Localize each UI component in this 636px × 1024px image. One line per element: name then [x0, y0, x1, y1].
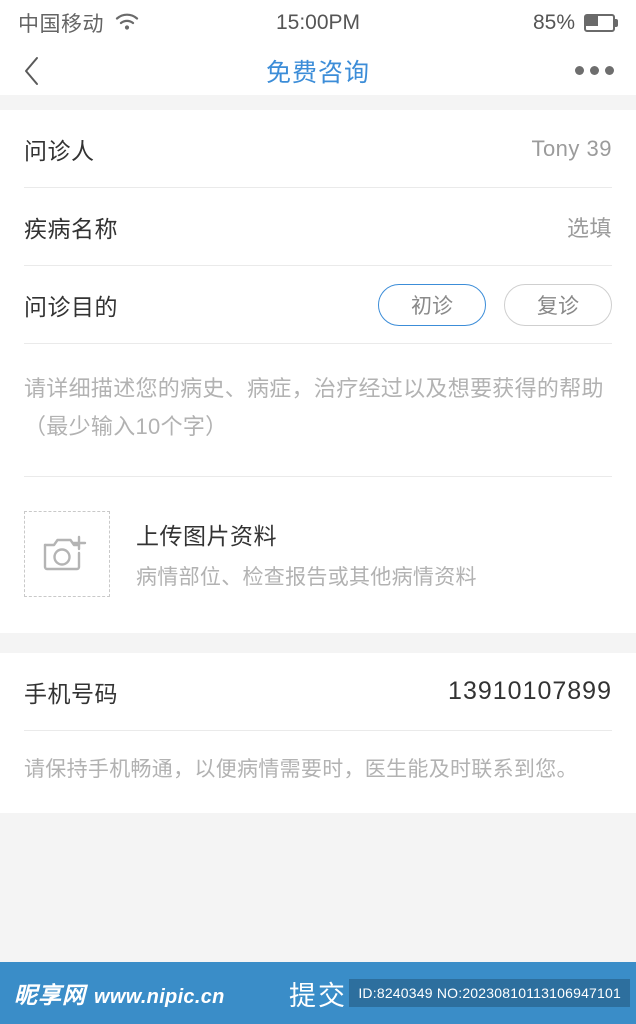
- upload-image-area[interactable]: 上传图片资料 病情部位、检查报告或其他病情资料: [24, 477, 612, 633]
- carrier-label: 中国移动: [18, 13, 104, 36]
- upload-dropzone[interactable]: [24, 511, 110, 597]
- row-disease-name[interactable]: 疾病名称 选填: [24, 188, 612, 266]
- nav-bar: 免费咨询: [0, 46, 636, 95]
- back-button[interactable]: [22, 56, 52, 86]
- camera-plus-icon: [43, 535, 87, 571]
- upload-subtitle: 病情部位、检查报告或其他病情资料: [136, 566, 477, 589]
- phone-card: 手机号码 13910107899 请保持手机畅通，以便病情需要时，医生能及时联系…: [0, 653, 636, 813]
- battery-icon: [584, 14, 618, 32]
- wifi-icon: [114, 11, 140, 36]
- status-bar-right: 85%: [533, 11, 618, 35]
- app-screen: 中国移动 15:00PM 85% 免费咨询 问诊人 Tony 39 疾病名称 选…: [0, 0, 636, 1024]
- more-dot: [605, 66, 614, 75]
- more-dot: [590, 66, 599, 75]
- status-bar: 中国移动 15:00PM 85%: [0, 0, 636, 46]
- upload-title: 上传图片资料: [136, 523, 277, 549]
- more-dot: [575, 66, 584, 75]
- submit-button-label[interactable]: 提交: [289, 974, 347, 1013]
- patient-label: 问诊人: [24, 137, 95, 164]
- battery-percent-label: 85%: [532, 11, 575, 34]
- disease-value: 选填: [566, 215, 612, 241]
- section-divider-middle: [0, 633, 636, 653]
- upload-text-group: 上传图片资料 病情部位、检查报告或其他病情资料: [136, 517, 477, 591]
- watermark-url: www.nipic.cn: [94, 986, 225, 1008]
- consultation-form-card: 问诊人 Tony 39 疾病名称 选填 问诊目的 初诊 复诊 请详细描述您的病史…: [0, 110, 636, 633]
- phone-hint: 请保持手机畅通，以便病情需要时，医生能及时联系到您。: [24, 758, 578, 781]
- watermark-logo: 昵享网: [14, 982, 86, 1008]
- bottom-submit-bar[interactable]: 提交 昵享网 www.nipic.cn ID:8240349 NO:202308…: [0, 962, 636, 1024]
- disease-label: 疾病名称: [24, 215, 118, 242]
- purpose-label: 问诊目的: [24, 293, 118, 320]
- patient-value: Tony 39: [531, 135, 612, 161]
- row-consultation-purpose: 问诊目的 初诊 复诊: [24, 266, 612, 344]
- row-phone-number[interactable]: 手机号码 13910107899: [24, 653, 612, 731]
- section-divider-top: [0, 95, 636, 110]
- purpose-option-first-visit[interactable]: 初诊: [378, 283, 486, 326]
- row-patient[interactable]: 问诊人 Tony 39: [24, 110, 612, 188]
- phone-label: 手机号码: [24, 680, 118, 707]
- description-textarea-placeholder[interactable]: 请详细描述您的病史、病症，治疗经过以及想要获得的帮助（最少输入10个字）: [24, 344, 612, 477]
- phone-value: 13910107899: [448, 677, 612, 705]
- more-options-button[interactable]: [575, 66, 614, 75]
- page-title: 免费咨询: [265, 58, 370, 87]
- purpose-options: 初诊 复诊: [378, 283, 612, 326]
- purpose-option-followup[interactable]: 复诊: [504, 283, 612, 326]
- chevron-left-icon: [25, 56, 38, 85]
- status-bar-left: 中国移动: [18, 8, 140, 38]
- watermark-id-badge: ID:8240349 NO:20230810113106947101: [349, 979, 630, 1007]
- watermark: 昵享网 www.nipic.cn: [14, 976, 225, 1010]
